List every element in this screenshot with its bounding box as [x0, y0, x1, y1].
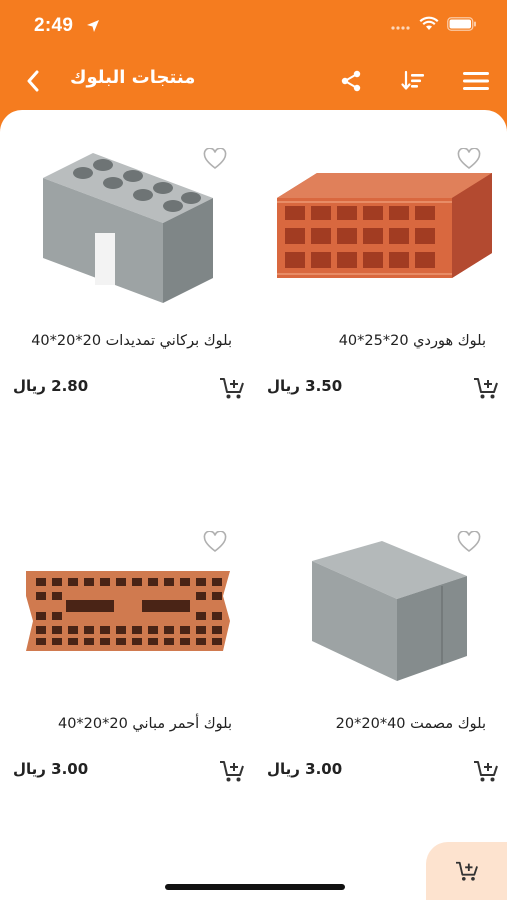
product-grid: بلوك هوردي 20*25*40 3.50 ريال بلوك بركان… — [0, 110, 507, 900]
add-to-cart-button[interactable] — [219, 376, 245, 400]
add-to-cart-icon — [220, 378, 244, 399]
product-card[interactable]: بلوك بركاني تمديدات 20*20*40 2.80 ريال — [3, 110, 253, 410]
add-to-cart-button[interactable] — [473, 376, 499, 400]
sort-button[interactable] — [400, 68, 426, 94]
product-price: 3.00 ريال — [267, 760, 342, 778]
heart-icon — [457, 530, 481, 553]
status-bar: 2:49 — [0, 0, 507, 52]
chevron-left-icon — [27, 70, 39, 92]
status-time: 2:49 — [34, 15, 74, 36]
add-to-cart-icon — [474, 761, 498, 782]
product-price: 2.80 ريال — [13, 377, 88, 395]
product-title: بلوك أحمر مباني 20*20*40 — [57, 716, 232, 732]
product-price: 3.00 ريال — [13, 760, 88, 778]
favorite-button[interactable] — [203, 147, 229, 172]
product-price: 3.50 ريال — [267, 377, 342, 395]
price-currency: ريال — [13, 760, 46, 778]
menu-icon — [463, 72, 489, 90]
price-value: 3.50 — [305, 377, 343, 395]
cart-fab-button[interactable] — [426, 842, 507, 900]
battery-icon — [447, 16, 477, 35]
wifi-icon — [419, 16, 439, 35]
add-to-cart-button[interactable] — [473, 759, 499, 783]
page-title: منتجات البلوك — [70, 67, 196, 88]
price-value: 3.00 — [51, 760, 89, 778]
price-currency: ريال — [267, 377, 300, 395]
share-button[interactable] — [338, 68, 364, 94]
price-currency: ريال — [13, 377, 46, 395]
price-value: 2.80 — [51, 377, 89, 395]
heart-icon — [203, 530, 227, 553]
product-title: بلوك هوردي 20*25*40 — [338, 333, 486, 349]
favorite-button[interactable] — [457, 530, 483, 555]
share-icon — [341, 70, 361, 92]
status-indicators — [391, 16, 477, 35]
favorite-button[interactable] — [457, 147, 483, 172]
sort-icon — [401, 70, 424, 90]
product-title: بلوك مصمت 40*20*20 — [335, 716, 486, 732]
add-to-cart-button[interactable] — [219, 759, 245, 783]
price-value: 3.00 — [305, 760, 343, 778]
signal-dots-icon — [391, 16, 411, 35]
home-indicator[interactable] — [165, 884, 345, 890]
price-currency: ريال — [267, 760, 300, 778]
heart-icon — [203, 147, 227, 170]
favorite-button[interactable] — [203, 530, 229, 555]
add-to-cart-icon — [474, 378, 498, 399]
heart-icon — [457, 147, 481, 170]
location-arrow-icon — [86, 18, 100, 37]
app-header: منتجات البلوك — [0, 52, 507, 110]
add-to-cart-icon — [455, 861, 478, 881]
product-title: بلوك بركاني تمديدات 20*20*40 — [31, 333, 232, 349]
product-card[interactable]: بلوك مصمت 40*20*20 3.00 ريال — [257, 493, 507, 793]
product-card[interactable]: بلوك هوردي 20*25*40 3.50 ريال — [257, 110, 507, 410]
menu-button[interactable] — [462, 69, 490, 93]
add-to-cart-icon — [220, 761, 244, 782]
back-button[interactable] — [20, 68, 46, 94]
product-card[interactable]: بلوك أحمر مباني 20*20*40 3.00 ريال — [3, 493, 253, 793]
